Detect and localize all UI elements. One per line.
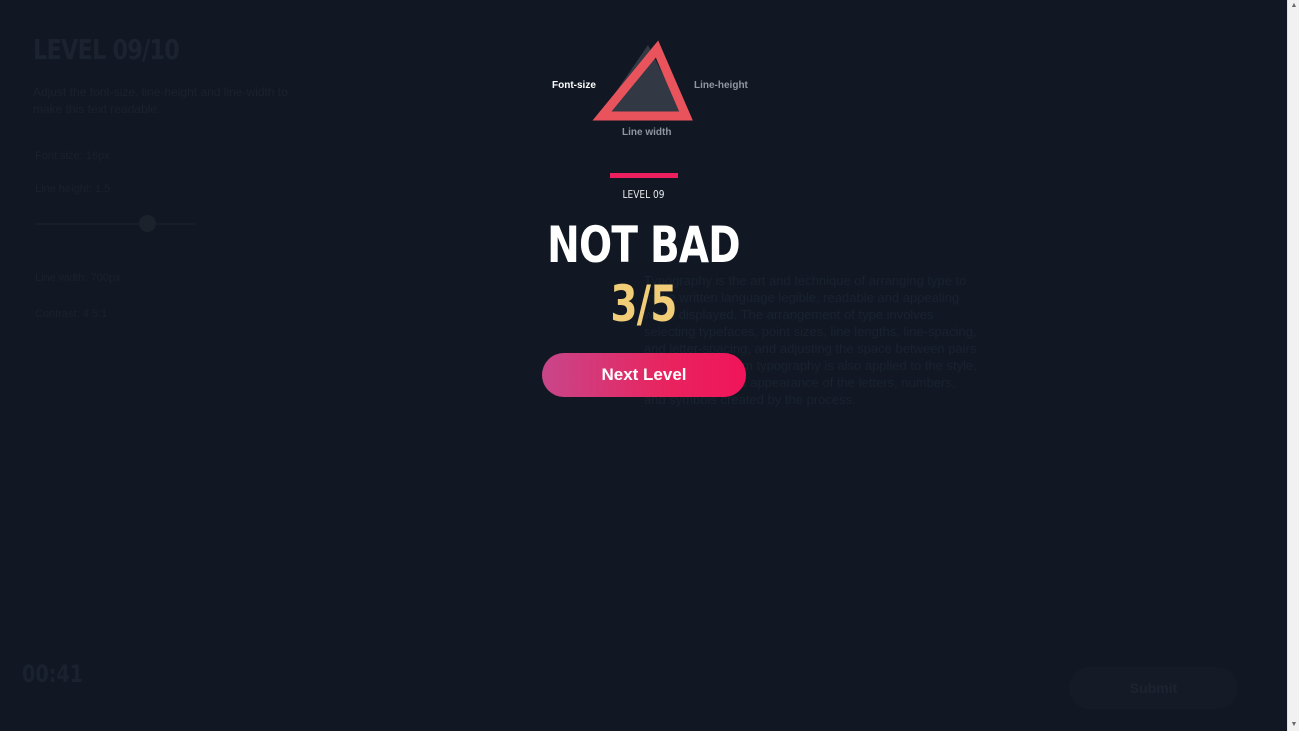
triangle-label-line-height: Line-height: [694, 80, 748, 91]
level-label: LEVEL 09: [622, 188, 665, 201]
accent-divider: [610, 173, 678, 178]
triangle-label-line-width: Line width: [622, 127, 672, 138]
result-score: 3/5: [610, 275, 677, 333]
scroll-down-arrow-icon[interactable]: ▼: [1290, 721, 1298, 729]
triangle-label-font-size: Font-size: [552, 80, 596, 91]
triangle-score-icon: [590, 40, 700, 125]
scroll-up-arrow-icon[interactable]: ▲: [1290, 2, 1298, 10]
vertical-scrollbar[interactable]: ▲ ▼: [1287, 0, 1299, 731]
next-level-button[interactable]: Next Level: [542, 353, 746, 397]
result-verdict: NOT BAD: [547, 216, 741, 274]
result-overlay: Font-size Line-height Line width LEVEL 0…: [0, 0, 1287, 731]
